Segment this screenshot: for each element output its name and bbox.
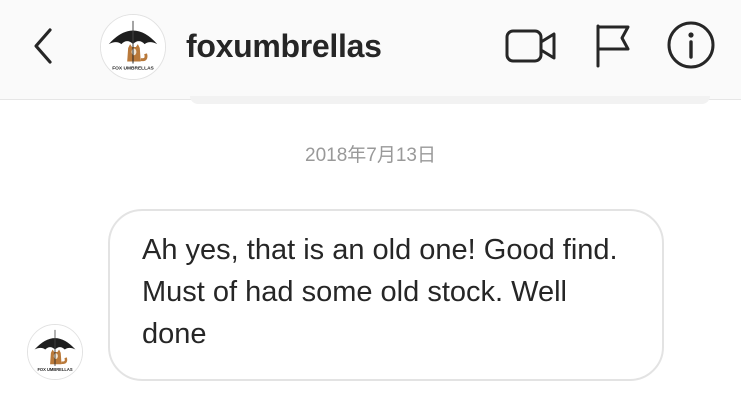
chat-username[interactable]: foxumbrellas [186, 26, 382, 66]
message-sender-avatar[interactable]: FOX UMBRELLAS [27, 324, 83, 380]
chat-header: FOX UMBRELLAS foxumbrellas [0, 0, 741, 100]
message-bubble[interactable]: Ah yes, that is an old one! Good find. M… [108, 209, 664, 381]
header-avatar[interactable]: FOX UMBRELLAS [100, 14, 166, 80]
video-call-icon[interactable] [504, 26, 558, 66]
fox-umbrella-logo-icon: FOX UMBRELLAS [28, 325, 82, 379]
svg-text:FOX UMBRELLAS: FOX UMBRELLAS [112, 65, 154, 71]
date-separator: 2018年7月13日 [305, 145, 436, 166]
previous-content-edge [190, 96, 710, 104]
info-icon[interactable] [666, 20, 716, 70]
back-chevron-icon[interactable] [26, 24, 62, 68]
fox-umbrella-logo-icon: FOX UMBRELLAS [101, 15, 165, 79]
svg-text:FOX UMBRELLAS: FOX UMBRELLAS [37, 367, 72, 372]
flag-icon[interactable] [592, 22, 634, 68]
message-text: Ah yes, that is an old one! Good find. M… [142, 234, 618, 350]
